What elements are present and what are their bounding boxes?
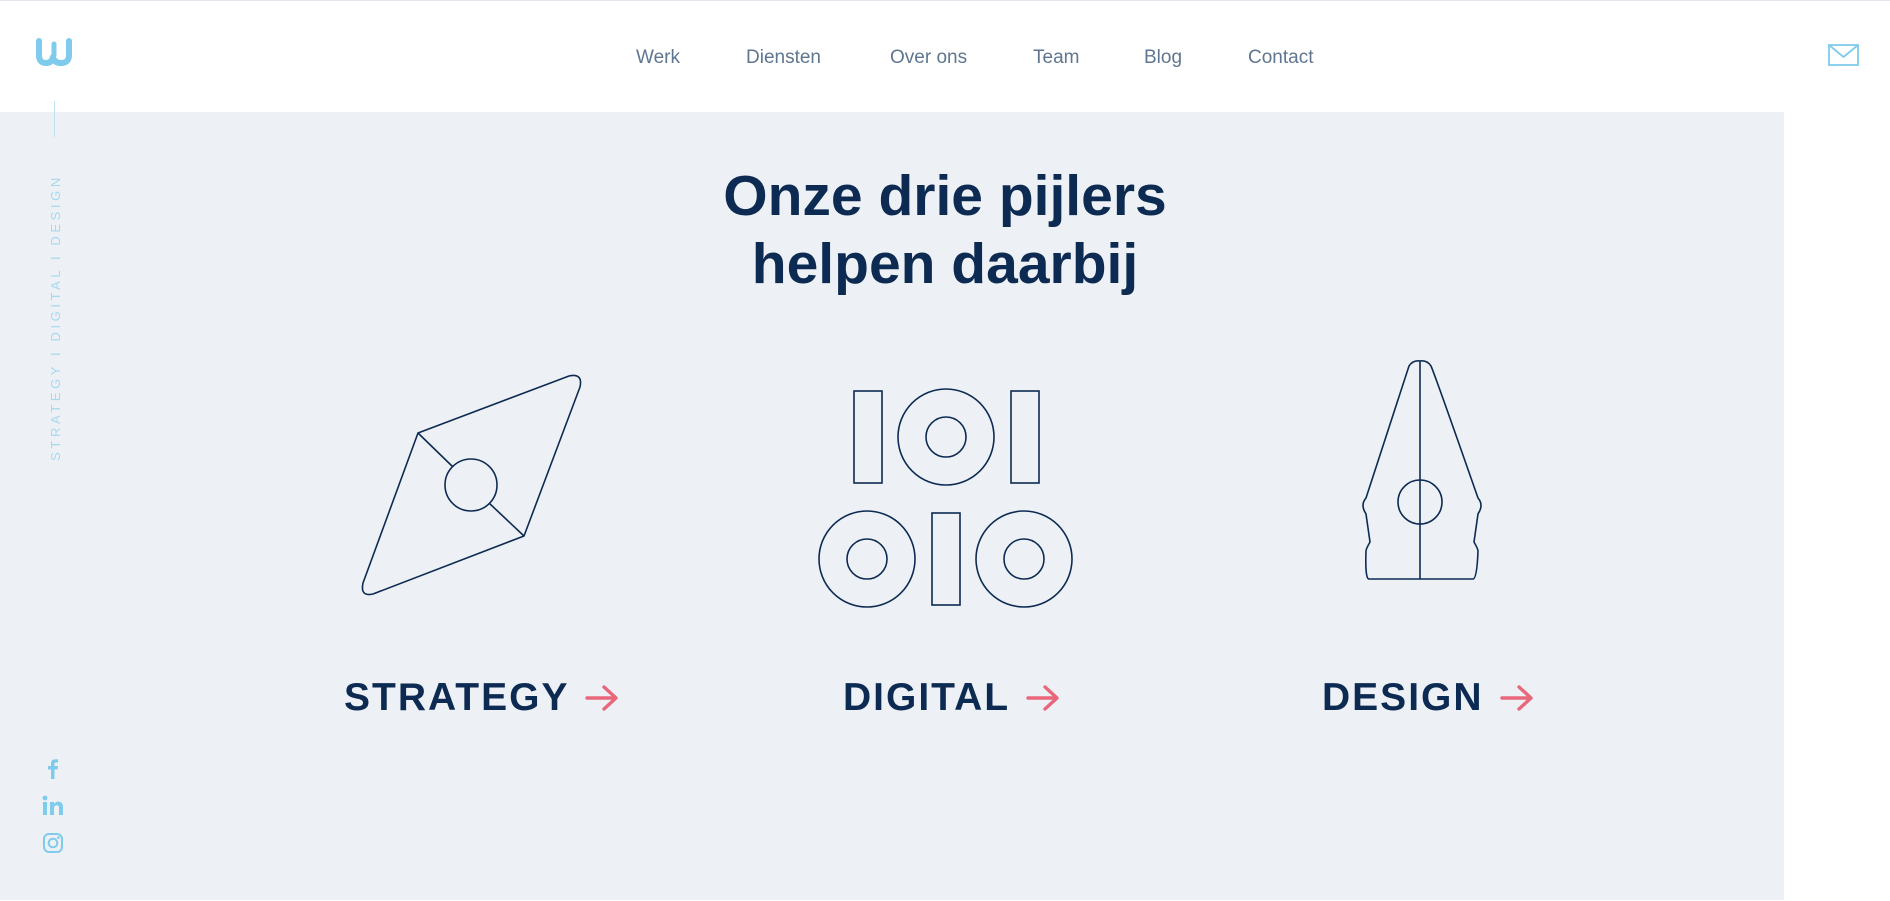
section-heading: Onze drie pijlers helpen daarbij: [0, 162, 1890, 298]
nav-item-werk[interactable]: Werk: [636, 47, 680, 69]
nav-item-team[interactable]: Team: [1033, 47, 1079, 69]
envelope-icon[interactable]: [1828, 44, 1859, 66]
nav-item-blog[interactable]: Blog: [1144, 47, 1182, 69]
digital-label: DIGITAL: [843, 676, 1011, 719]
nav-item-over-ons[interactable]: Over ons: [890, 47, 967, 69]
digital-link[interactable]: DIGITAL: [843, 672, 1060, 724]
nav-item-contact[interactable]: Contact: [1248, 47, 1313, 69]
sidebar-divider: [54, 101, 55, 137]
facebook-icon[interactable]: [40, 756, 66, 782]
design-label: DESIGN: [1322, 676, 1484, 719]
design-link[interactable]: DESIGN: [1322, 672, 1534, 724]
strategy-label: STRATEGY: [344, 676, 570, 719]
pen-nib-icon: [1362, 360, 1482, 580]
heading-line-2: helpen daarbij: [751, 232, 1139, 296]
linkedin-icon[interactable]: [40, 793, 66, 819]
compass-icon: [361, 374, 582, 596]
nav-item-diensten[interactable]: Diensten: [746, 47, 821, 69]
w-logo-icon[interactable]: [34, 38, 76, 66]
strategy-link[interactable]: STRATEGY: [344, 672, 619, 724]
arrow-right-icon: [1499, 685, 1533, 711]
site-header: Werk Diensten Over ons Team Blog Contact: [0, 1, 1890, 112]
heading-line-1: Onze drie pijlers: [723, 164, 1167, 228]
arrow-right-icon: [1026, 685, 1059, 711]
arrow-right-icon: [585, 685, 619, 711]
binary-digits-icon: [818, 388, 1073, 608]
instagram-icon[interactable]: [40, 830, 66, 856]
